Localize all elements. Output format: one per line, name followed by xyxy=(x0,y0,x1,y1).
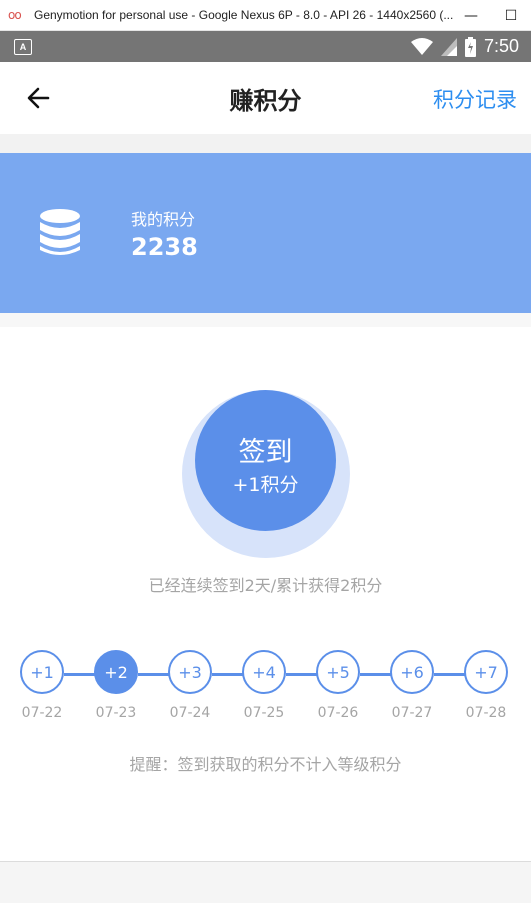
window-titlebar: oo Genymotion for personal use - Google … xyxy=(0,0,531,31)
timeline-connector xyxy=(212,673,246,676)
window-title: Genymotion for personal use - Google Nex… xyxy=(34,8,454,22)
timeline-connector xyxy=(286,673,320,676)
day-date-5: 07-26 xyxy=(317,705,359,721)
day-reward-5: +5 xyxy=(316,650,360,694)
day-reward-2: +2 xyxy=(94,650,138,694)
checkin-timeline: +1 +2 +3 +4 +5 +6 +7 07-22 07-23 07-24 0… xyxy=(0,650,531,730)
bottom-area xyxy=(0,861,531,903)
maximize-button[interactable]: ☐ xyxy=(491,0,531,31)
my-points-label: 我的积分 xyxy=(131,210,196,229)
android-status-bar: A 7:50 xyxy=(0,31,531,62)
day-date-3: 07-24 xyxy=(169,705,211,721)
checkin-title: 签到 xyxy=(238,437,293,468)
app-header: 赚积分 积分记录 xyxy=(0,62,531,134)
cell-signal-icon xyxy=(440,37,457,56)
genymotion-logo-icon: oo xyxy=(8,8,22,22)
streak-summary: 已经连续签到2天/累计获得2积分 xyxy=(148,576,383,595)
checkin-tip: 提醒：签到获取的积分不计入等级积分 xyxy=(129,755,402,774)
day-reward-4: +4 xyxy=(242,650,286,694)
day-date-1: 07-22 xyxy=(21,705,63,721)
day-date-6: 07-27 xyxy=(391,705,433,721)
day-date-2: 07-23 xyxy=(95,705,137,721)
timeline-connector xyxy=(434,673,468,676)
wifi-icon xyxy=(410,37,433,55)
status-time: 7:50 xyxy=(483,36,519,56)
points-records-link[interactable]: 积分记录 xyxy=(433,84,517,114)
day-date-7: 07-28 xyxy=(465,705,507,721)
my-points-value: 2238 xyxy=(131,233,198,261)
timeline-connector xyxy=(64,673,98,676)
day-reward-3: +3 xyxy=(168,650,212,694)
timeline-connector xyxy=(138,673,172,676)
day-reward-1: +1 xyxy=(20,650,64,694)
battery-icon xyxy=(464,36,476,57)
notification-icon: A xyxy=(14,38,32,55)
day-reward-7: +7 xyxy=(464,650,508,694)
day-reward-6: +6 xyxy=(390,650,434,694)
coin-stack-icon xyxy=(40,209,80,255)
section-divider xyxy=(0,313,531,327)
timeline-connector xyxy=(360,673,394,676)
checkin-button[interactable]: 签到 +1积分 xyxy=(195,390,336,531)
header-gap xyxy=(0,134,531,154)
checkin-reward: +1积分 xyxy=(232,474,299,496)
minimize-button[interactable]: — xyxy=(451,0,491,31)
day-date-4: 07-25 xyxy=(243,705,285,721)
